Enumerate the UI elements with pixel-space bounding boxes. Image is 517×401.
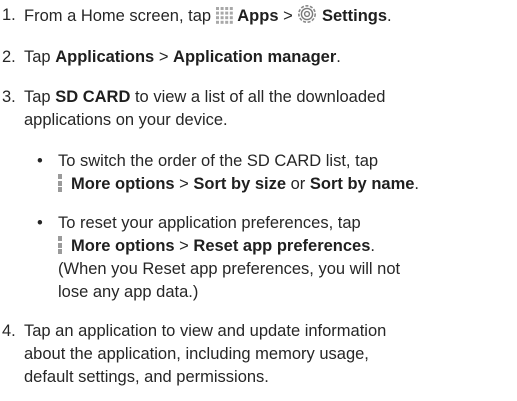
separator: > [158,48,169,66]
separator: > [179,175,189,193]
or-text: or [290,175,306,193]
period: . [414,175,420,193]
more-options-icon [58,236,62,254]
sort-by-name-label: Sort by name [309,175,415,193]
step-number: 4. [2,322,16,340]
more-options-icon [58,174,62,192]
step-number: 1. [2,6,16,24]
applications-label: Applications [55,48,155,66]
instructions-document: 1. From a Home screen, tap Apps > Settin… [0,0,517,401]
step-text: Tap [24,88,51,106]
bullet-reset: • To reset your application preferences,… [0,212,514,304]
step-1: 1. From a Home screen, tap Apps > Settin… [0,4,514,31]
apps-label: Apps [237,7,279,25]
apps-grid-icon [215,7,233,31]
bullet-dot: • [37,214,43,232]
step-text-line3: default settings, and permissions. [24,368,269,386]
step-text-line2: applications on your device. [24,111,228,129]
separator: > [179,237,189,255]
period: . [370,237,375,255]
settings-label: Settings [321,7,388,25]
step-text: Tap [24,48,51,66]
period: . [387,7,392,25]
bullet-sort: • To switch the order of the SD CARD lis… [0,150,514,196]
bullet-note-line1: (When you Reset app preferences, you wil… [58,260,401,278]
bullet-text: To switch the order of the SD CARD list,… [58,152,379,170]
step-text: From a Home screen, tap [24,7,212,25]
step-4: 4. Tap an application to view and update… [0,320,514,389]
step-number: 3. [2,88,16,106]
separator: > [283,7,293,25]
step-text-line2: about the application, including memory … [24,345,369,363]
reset-app-preferences-label: Reset app preferences [193,237,371,255]
step-number: 2. [2,48,16,66]
bullet-text: To reset your application preferences, t… [58,214,361,232]
sort-by-size-label: Sort by size [193,175,287,193]
bullet-note-line2: lose any app data.) [58,283,199,301]
step-3: 3. Tap SD CARD to view a list of all the… [0,86,514,132]
more-options-label: More options [71,175,175,193]
step-2: 2. Tap Applications > Application manage… [0,46,514,69]
step-text-line1: Tap an application to view and update in… [24,322,387,340]
more-options-label: More options [71,237,175,255]
application-manager-label: Application manager [173,48,337,66]
step-text-rest: to view a list of all the downloaded [134,88,386,106]
period: . [336,48,341,66]
bullet-dot: • [37,152,43,170]
settings-gear-icon [297,4,317,31]
sd-card-label: SD CARD [55,88,131,106]
